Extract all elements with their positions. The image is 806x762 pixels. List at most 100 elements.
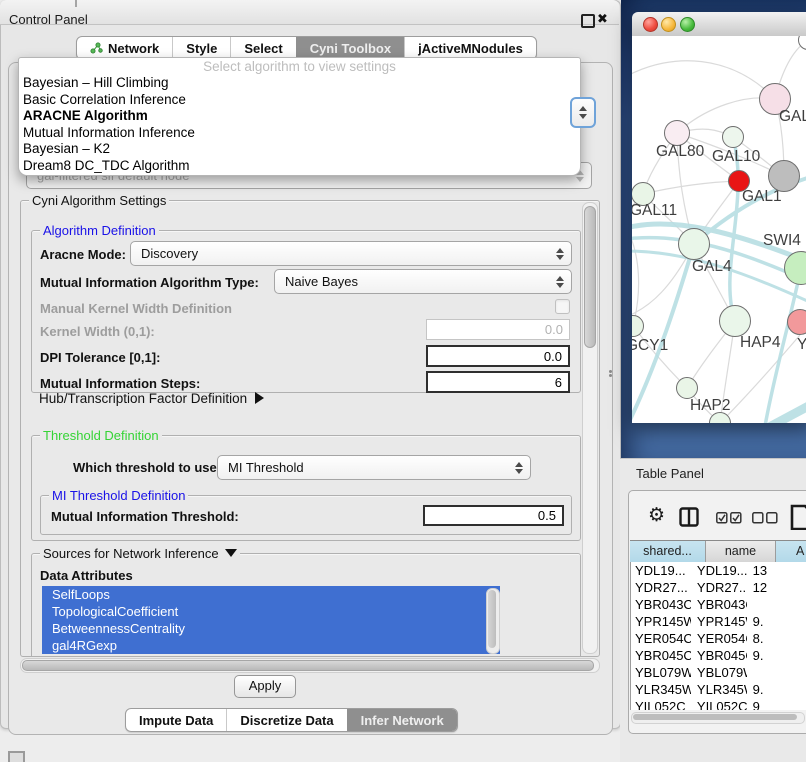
attribute-option-selfloops[interactable]: SelfLoops bbox=[42, 586, 500, 603]
table-cell: 9. bbox=[747, 613, 806, 630]
table-row[interactable]: YBR045CYBR045C9. bbox=[631, 647, 806, 664]
mi-algorithm-type-combo[interactable]: Naive Bayes bbox=[274, 269, 572, 294]
application-root: Control Panel ✖ NetworkStyleSelectCyni T… bbox=[0, 0, 806, 762]
scrollbar-thumb[interactable] bbox=[22, 660, 594, 671]
attribute-option-gal4rgexp[interactable]: gal4RGexp bbox=[42, 637, 500, 654]
close-window-icon[interactable] bbox=[643, 17, 658, 32]
table-cell bbox=[747, 664, 806, 681]
settings-vertical-scrollbar[interactable] bbox=[582, 202, 598, 654]
aracne-mode-value: Discovery bbox=[131, 246, 556, 261]
table-header-row: shared...nameA bbox=[630, 540, 806, 563]
algorithm-dropdown-popup: Select algorithm to view settings Bayesi… bbox=[18, 57, 581, 176]
sources-expander[interactable]: Sources for Network Inference bbox=[40, 546, 240, 561]
close-panel-icon[interactable]: ✖ bbox=[597, 11, 608, 27]
tab-label: Style bbox=[186, 41, 217, 56]
table-cell: 9 bbox=[747, 698, 806, 710]
algorithm-option-bayesian-hill-climbing[interactable]: Bayesian – Hill Climbing bbox=[19, 75, 580, 92]
which-threshold-combo[interactable]: MI Threshold bbox=[217, 455, 531, 480]
tab-jactivemnodules[interactable]: jActiveMNodules bbox=[404, 37, 536, 59]
table-row[interactable]: YBL079WYBL079W bbox=[631, 664, 806, 681]
table-row[interactable]: YBR043CYBR043C bbox=[631, 596, 806, 613]
table-cell: YBR043C bbox=[691, 596, 747, 613]
deselect-all-columns-icon[interactable] bbox=[752, 512, 778, 524]
mi-steps-input[interactable] bbox=[426, 371, 570, 393]
network-node-gal4[interactable] bbox=[678, 228, 710, 260]
hub-tf-definition-expander[interactable]: Hub/Transcription Factor Definition bbox=[39, 391, 264, 406]
algorithm-combo-stepper[interactable] bbox=[570, 97, 596, 128]
dpi-tolerance-input[interactable] bbox=[426, 345, 570, 367]
attribute-option-topologicalcoefficient[interactable]: TopologicalCoefficient bbox=[42, 603, 500, 620]
tab-style[interactable]: Style bbox=[172, 37, 230, 59]
column-header-a[interactable]: A bbox=[776, 541, 806, 562]
network-node-label: GAL1 bbox=[742, 188, 782, 206]
manual-kernel-width-checkbox[interactable] bbox=[555, 299, 570, 314]
table-cell: YLR345W bbox=[631, 681, 691, 698]
network-window-titlebar[interactable] bbox=[632, 12, 806, 37]
threshold-definition-title: Threshold Definition bbox=[40, 428, 162, 443]
gear-icon[interactable]: ⚙ bbox=[648, 506, 665, 526]
tab-label: Select bbox=[244, 41, 282, 56]
table-cell bbox=[747, 596, 806, 613]
scrollbar-thumb[interactable] bbox=[488, 590, 496, 648]
table-row[interactable]: YPR145WYPR145W9. bbox=[631, 613, 806, 630]
network-node-y[interactable] bbox=[787, 309, 806, 335]
table-cell: YLR345W bbox=[691, 681, 747, 698]
which-threshold-value: MI Threshold bbox=[218, 460, 515, 475]
mi-threshold-input[interactable] bbox=[423, 505, 564, 526]
network-view-canvas[interactable]: GALGAL80GAL10GAL1GAL11GAL4SWI4GCY1HAP4YH… bbox=[632, 36, 806, 423]
column-header-name[interactable]: name bbox=[706, 541, 776, 562]
attribute-option-betweennesscentrality[interactable]: BetweennessCentrality bbox=[42, 620, 500, 637]
network-node-label: HAP4 bbox=[740, 334, 781, 352]
new-table-icon[interactable] bbox=[790, 503, 806, 530]
algorithm-option-basic-correlation-inference[interactable]: Basic Correlation Inference bbox=[19, 92, 580, 109]
minimized-window-icon[interactable] bbox=[8, 751, 25, 762]
algorithm-option-aracne-algorithm[interactable]: ARACNE Algorithm bbox=[19, 108, 580, 125]
network-node-hap4[interactable] bbox=[719, 305, 751, 337]
mi-steps-label: Mutual Information Steps: bbox=[40, 376, 200, 391]
table-horizontal-scrollbar[interactable] bbox=[631, 712, 805, 724]
tab-select[interactable]: Select bbox=[230, 37, 295, 59]
aracne-mode-combo[interactable]: Discovery bbox=[130, 241, 572, 266]
algorithm-option-mutual-information-inference[interactable]: Mutual Information Inference bbox=[19, 125, 580, 142]
float-window-icon[interactable] bbox=[581, 14, 595, 28]
algorithm-definition-group: Algorithm Definition Aracne Mode: Discov… bbox=[31, 230, 581, 393]
tab-impute-data[interactable]: Impute Data bbox=[126, 709, 226, 731]
tab-discretize-data[interactable]: Discretize Data bbox=[226, 709, 346, 731]
panel-resize-gripper[interactable] bbox=[609, 369, 613, 379]
data-attributes-list: SelfLoopsTopologicalCoefficientBetweenne… bbox=[42, 586, 500, 654]
tab-label: Network bbox=[108, 41, 159, 56]
which-threshold-label: Which threshold to use: bbox=[73, 460, 221, 475]
scrollbar-thumb[interactable] bbox=[584, 206, 596, 348]
algorithm-options-list: Bayesian – Hill ClimbingBasic Correlatio… bbox=[19, 75, 580, 174]
combo-stepper-icon bbox=[556, 248, 564, 260]
table-row[interactable]: YDR27...YDR27...12 bbox=[631, 579, 806, 596]
algorithm-option-bayesian-k2[interactable]: Bayesian – K2 bbox=[19, 141, 580, 158]
select-all-columns-icon[interactable] bbox=[716, 512, 742, 524]
network-node-gal10[interactable] bbox=[722, 126, 744, 148]
table-row[interactable]: YIL052CYIL052C9 bbox=[631, 698, 806, 710]
network-node-hap2[interactable] bbox=[676, 377, 698, 399]
expander-right-arrow-icon bbox=[255, 392, 264, 404]
network-node[interactable] bbox=[768, 160, 800, 192]
apply-button[interactable]: Apply bbox=[234, 675, 296, 698]
table-row[interactable]: YER054CYER054C8. bbox=[631, 630, 806, 647]
kernel-width-input[interactable] bbox=[426, 319, 570, 340]
tab-network[interactable]: Network bbox=[77, 37, 172, 59]
column-header-shared[interactable]: shared... bbox=[630, 541, 706, 562]
table-row[interactable]: YDL19...YDL19...13 bbox=[631, 562, 806, 579]
zoom-window-icon[interactable] bbox=[680, 17, 695, 32]
scrollbar-thumb[interactable] bbox=[633, 714, 797, 720]
table-row[interactable]: YLR345WYLR345W9. bbox=[631, 681, 806, 698]
column-layout-icon[interactable] bbox=[679, 507, 699, 527]
data-attributes-label: Data Attributes bbox=[40, 568, 133, 583]
table-cell: YDR27... bbox=[631, 579, 691, 596]
attributes-list-scrollbar[interactable] bbox=[486, 588, 500, 654]
minimize-window-icon[interactable] bbox=[661, 17, 676, 32]
network-node-label: GAL11 bbox=[632, 202, 677, 220]
mi-threshold-label: Mutual Information Threshold: bbox=[51, 509, 239, 524]
tab-cyni-toolbox[interactable]: Cyni Toolbox bbox=[296, 37, 404, 59]
tab-infer-network[interactable]: Infer Network bbox=[347, 709, 457, 731]
manual-kernel-width-label: Manual Kernel Width Definition bbox=[40, 301, 232, 316]
algorithm-option-dream8-dc-tdc-algorithm[interactable]: Dream8 DC_TDC Algorithm bbox=[19, 158, 580, 175]
settings-horizontal-scrollbar[interactable] bbox=[20, 658, 600, 673]
